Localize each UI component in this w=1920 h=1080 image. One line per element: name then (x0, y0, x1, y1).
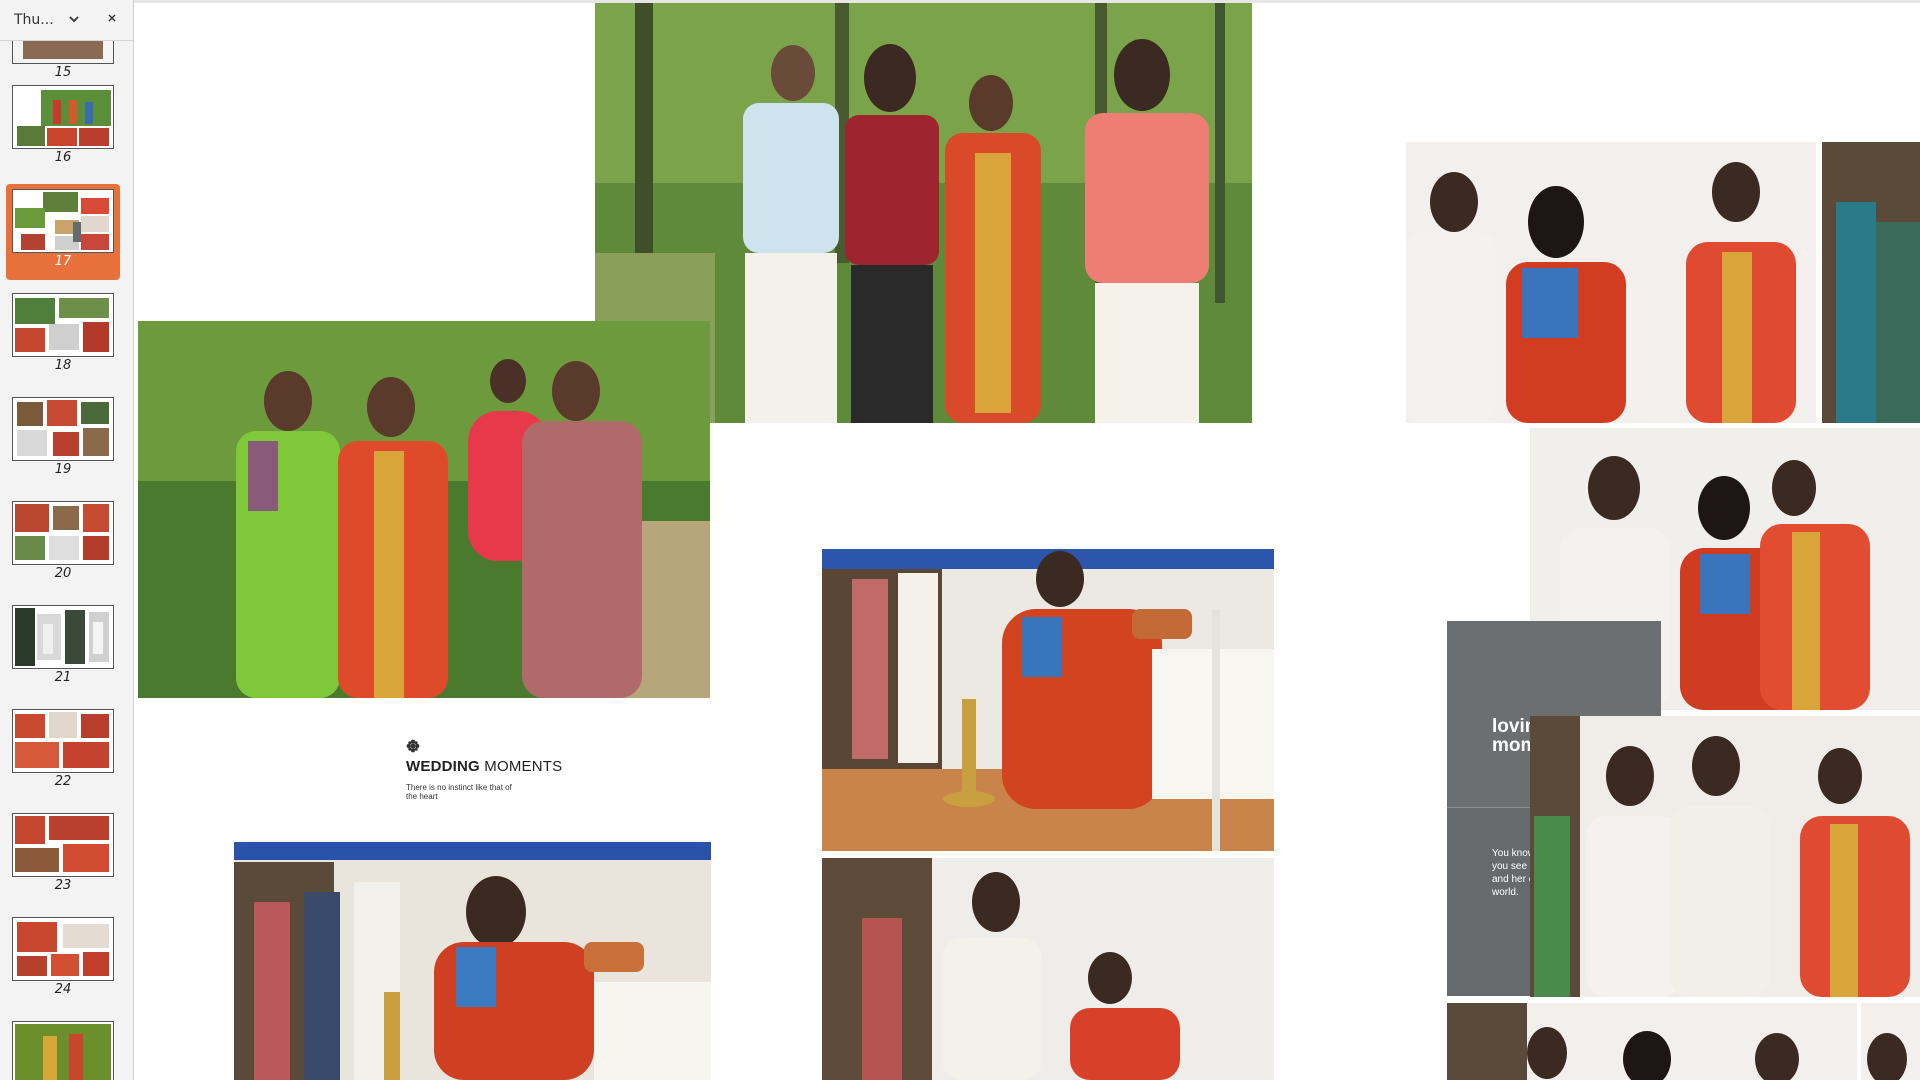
lamp-lighting-closeup-photo (234, 842, 711, 1080)
thumbnail-number: 22 (54, 774, 72, 789)
thumbnail-number: 16 (54, 150, 72, 165)
thumbnail-number: 15 (54, 65, 72, 80)
wedding-moments-title-bold: WEDDING (406, 758, 480, 775)
lamp-lighting-photo (822, 549, 1274, 851)
gift-exchange-photo (1530, 716, 1920, 997)
thumbnail-number: 21 (54, 670, 72, 685)
thumbnail-number: 19 (54, 462, 72, 477)
thumbnail-image (12, 1021, 114, 1080)
thumbnail-number: 17 (54, 254, 72, 269)
thumbnail-number: 20 (54, 566, 72, 581)
thumbnail-sidebar: Thu... 15 16 17 18 19 20 21 22 23 24 (0, 0, 134, 1080)
thumbnail-image (12, 189, 114, 253)
thumbnail-page-24[interactable]: 24 (6, 912, 120, 1008)
thumbnail-page-22[interactable]: 22 (6, 704, 120, 800)
thumbnail-image (12, 605, 114, 669)
thumbnail-list: 15 16 17 18 19 20 21 22 23 24 (0, 0, 133, 1080)
thumbnail-page-18[interactable]: 18 (6, 288, 120, 384)
thumbnail-page-19[interactable]: 19 (6, 392, 120, 488)
bottom-right-photo-strip (1447, 1003, 1920, 1080)
thumbnail-number: 23 (54, 878, 72, 893)
thumbnail-image (12, 917, 114, 981)
close-icon[interactable] (104, 10, 120, 26)
thumbnail-image (12, 709, 114, 773)
thumbnail-page-17[interactable]: 17 (6, 184, 120, 280)
flower-icon (406, 738, 420, 757)
thumbnail-image (12, 501, 114, 565)
thumbnail-page-21[interactable]: 21 (6, 600, 120, 696)
document-page-view: WEDDING MOMENTS There is no instinct lik… (134, 0, 1920, 1080)
sidebar-title[interactable]: Thu... (14, 12, 54, 28)
wedding-moments-heading: WEDDING MOMENTS (406, 758, 562, 775)
blessing-photo (822, 858, 1274, 1080)
sidebar-header: Thu... (0, 0, 133, 41)
thumbnail-image (12, 813, 114, 877)
group-photo-women-child (138, 321, 710, 698)
thumbnail-page-20[interactable]: 20 (6, 496, 120, 592)
wedding-moments-subtitle: There is no instinct like that of the he… (406, 783, 512, 801)
thumbnail-image (12, 293, 114, 357)
thumbnail-page-25[interactable] (6, 1016, 120, 1080)
thumbnail-number: 24 (54, 982, 72, 997)
thumbnail-number: 18 (54, 358, 72, 373)
thumbnail-image (12, 397, 114, 461)
thumbnail-image (12, 85, 114, 149)
elders-greeting-photo (1406, 142, 1920, 423)
chevron-down-icon[interactable] (66, 11, 82, 27)
thumbnail-page-23[interactable]: 23 (6, 808, 120, 904)
wedding-moments-title-rest: MOMENTS (479, 758, 563, 775)
thumbnail-page-16[interactable]: 16 (6, 80, 120, 176)
